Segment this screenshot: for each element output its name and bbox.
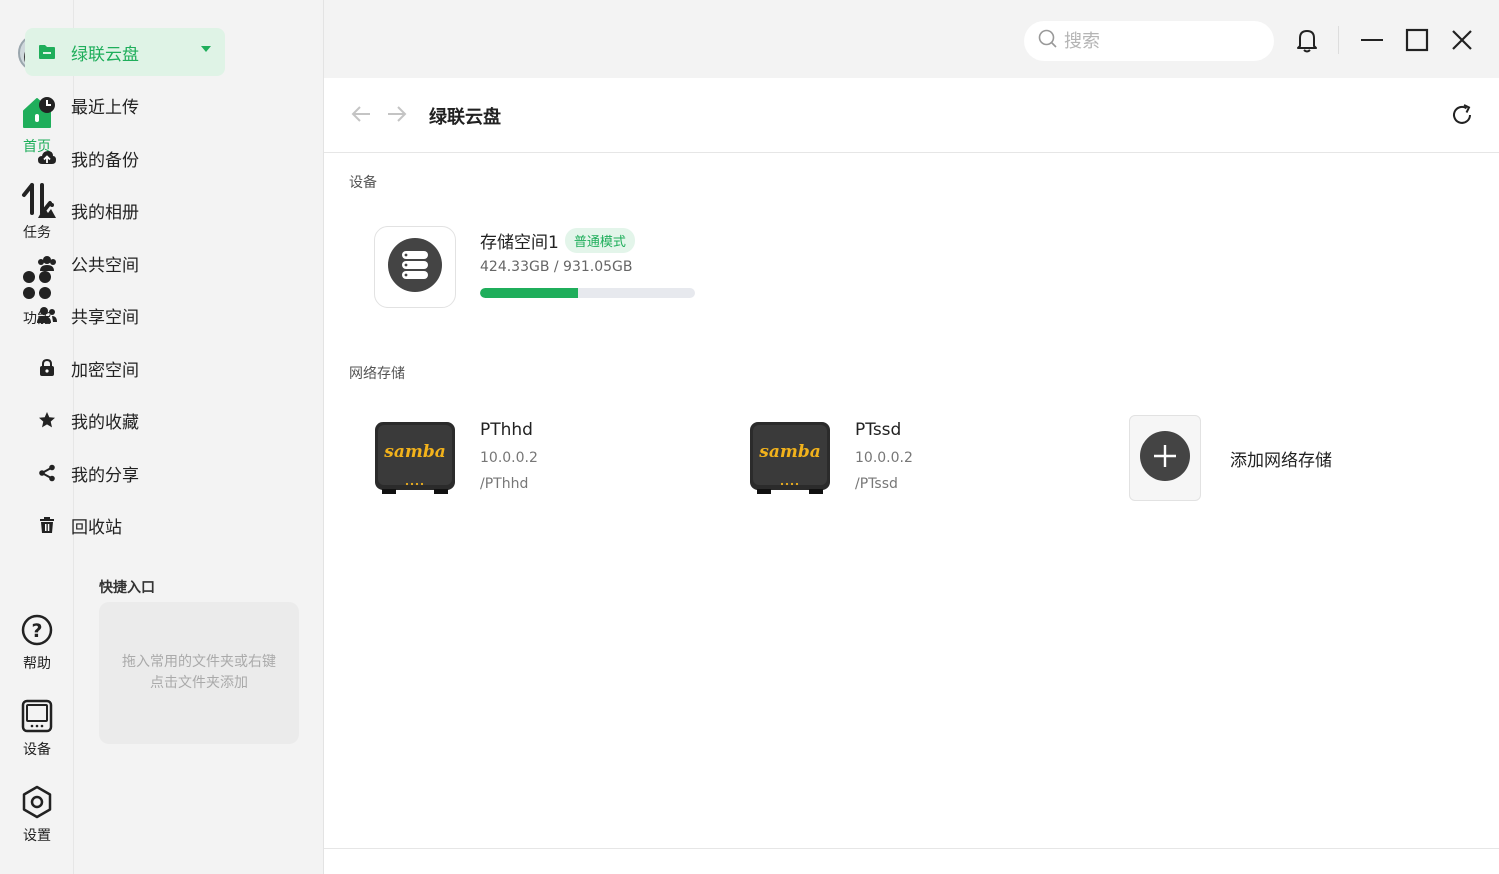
add-network-storage-label[interactable]: 添加网络存储: [1230, 446, 1332, 471]
nas-name[interactable]: PTssd: [855, 420, 901, 440]
nas-path: /PTssd: [855, 476, 898, 492]
network-section-label: 网络存储: [349, 366, 405, 382]
search-box[interactable]: [1024, 21, 1274, 61]
bell-icon[interactable]: [1293, 26, 1321, 54]
rail-label: 设备: [23, 742, 51, 758]
nas-ip: 10.0.0.2: [480, 450, 538, 466]
samba-device-icon[interactable]: samba: [374, 419, 456, 495]
devices-section-label: 设备: [349, 175, 377, 191]
group-icon: [37, 253, 57, 273]
breadcrumb: 绿联云盘: [324, 78, 1499, 153]
lock-icon: [37, 358, 57, 378]
rail-label: 帮助: [23, 656, 51, 672]
nav-item-label: 最近上传: [71, 97, 139, 118]
nav-item-favorites[interactable]: 我的收藏: [25, 396, 225, 444]
samba-logo-text: samba: [758, 442, 820, 462]
rail-item-settings[interactable]: 设置: [0, 785, 74, 845]
nav-item-label: 我的分享: [71, 465, 139, 486]
clock-icon: [37, 95, 57, 115]
help-icon: ?: [20, 613, 54, 647]
nav-item-label: 共享空间: [71, 307, 139, 328]
nav-item-ugreen-cloud[interactable]: 绿联云盘: [25, 28, 225, 76]
storage-progress-bar: [480, 288, 695, 298]
refresh-icon[interactable]: [1450, 103, 1474, 127]
nav-item-album[interactable]: 我的相册: [25, 186, 225, 234]
share-icon: [37, 463, 57, 483]
trash-icon: [37, 515, 57, 535]
database-icon: [387, 237, 443, 297]
nav-item-trash[interactable]: 回收站: [25, 501, 225, 549]
add-network-storage-button[interactable]: [1129, 415, 1201, 501]
nav-item-shared[interactable]: 共享空间: [25, 291, 225, 339]
minimize-icon[interactable]: [1358, 26, 1386, 54]
storage-usage: 424.33GB / 931.05GB: [480, 259, 633, 275]
nas-path: /PThhd: [480, 476, 529, 492]
status-badge: 普通模式: [564, 228, 635, 253]
users-icon: [37, 305, 57, 325]
quick-access-hint: 拖入常用的文件夹或右键点击文件夹添加: [122, 654, 276, 691]
quick-access-dropzone[interactable]: 拖入常用的文件夹或右键点击文件夹添加: [99, 602, 299, 744]
plus-icon: [1139, 430, 1191, 486]
storage-device-tile[interactable]: [374, 226, 456, 308]
nav-item-label: 回收站: [71, 517, 122, 538]
nav-item-recent[interactable]: 最近上传: [25, 81, 225, 129]
maximize-icon[interactable]: [1403, 26, 1431, 54]
search-icon: [1038, 29, 1058, 53]
forward-arrow-icon[interactable]: [386, 103, 408, 125]
svg-text:?: ?: [31, 620, 42, 642]
folder-icon: [37, 42, 57, 62]
star-icon: [37, 410, 57, 430]
cloud-upload-icon: [37, 148, 57, 168]
nav-item-label: 加密空间: [71, 360, 139, 381]
rail-item-device[interactable]: 设备: [0, 699, 74, 759]
nav-item-encrypted[interactable]: 加密空间: [25, 344, 225, 392]
nav-item-label: 我的收藏: [71, 412, 139, 433]
storage-name-row[interactable]: 存储空间1 普通模式: [480, 228, 635, 253]
rail-item-help[interactable]: ? 帮助: [0, 613, 74, 673]
samba-device-icon[interactable]: samba: [749, 419, 831, 495]
close-icon[interactable]: [1448, 26, 1476, 54]
toolbar-divider: [1338, 26, 1339, 54]
nav-item-label: 公共空间: [71, 255, 139, 276]
photo-icon: [37, 200, 57, 220]
quick-access-title: 快捷入口: [99, 580, 155, 596]
storage-progress-fill: [480, 288, 579, 298]
rail-label: 设置: [23, 828, 51, 844]
nas-name[interactable]: PThhd: [480, 420, 533, 440]
top-bar: [324, 0, 1499, 78]
nav-item-backup[interactable]: 我的备份: [25, 134, 225, 182]
samba-logo-text: samba: [383, 442, 445, 462]
nav-item-share[interactable]: 我的分享: [25, 449, 225, 497]
nas-ip: 10.0.0.2: [855, 450, 913, 466]
page-title: 绿联云盘: [429, 107, 501, 128]
nav-item-label: 绿联云盘: [71, 44, 139, 65]
search-input[interactable]: [1064, 30, 1244, 52]
nav-item-label: 我的备份: [71, 150, 139, 171]
storage-name: 存储空间1: [480, 233, 559, 253]
settings-icon: [20, 785, 54, 819]
device-icon: [20, 699, 54, 733]
chevron-down-icon[interactable]: [201, 46, 211, 52]
nav-item-label: 我的相册: [71, 202, 139, 223]
divider: [324, 848, 1499, 849]
back-arrow-icon[interactable]: [350, 103, 372, 125]
nav-item-public[interactable]: 公共空间: [25, 239, 225, 287]
